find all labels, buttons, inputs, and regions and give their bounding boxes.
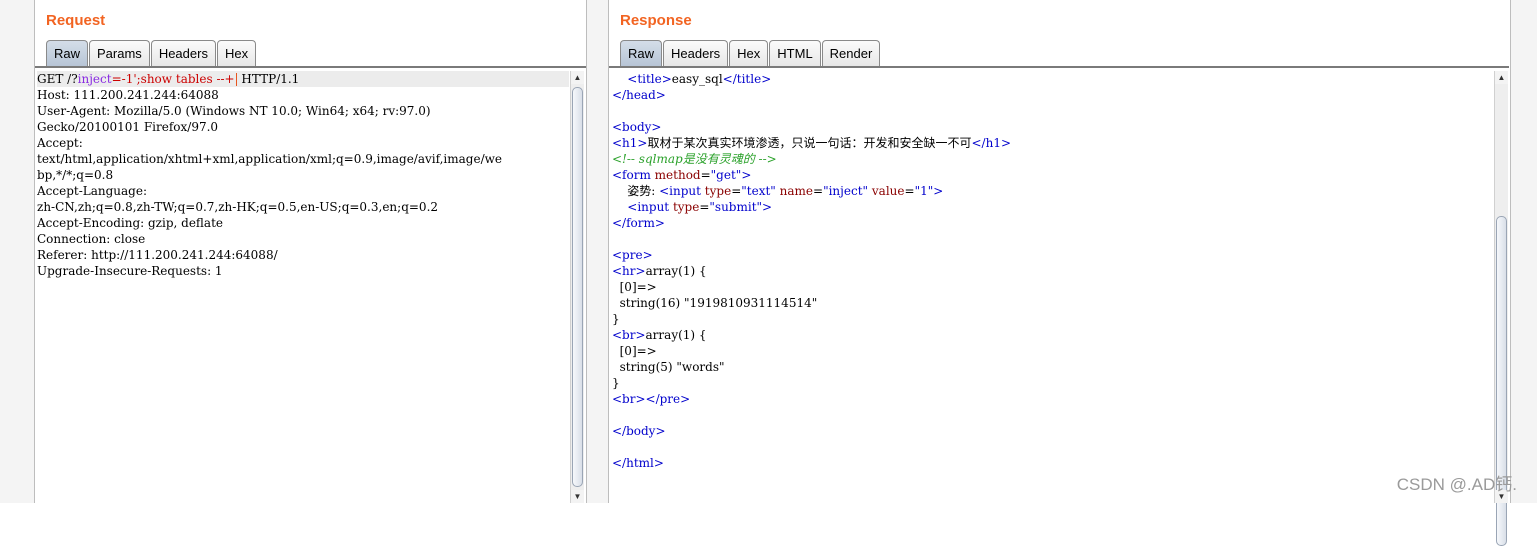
request-tabs: Raw Params Headers Hex [46, 40, 257, 66]
response-line: </form> [612, 216, 665, 230]
response-panel: Response Raw Headers Hex HTML Render <ti… [609, 0, 1509, 546]
scroll-up-icon[interactable]: ▲ [571, 71, 584, 84]
tab-params[interactable]: Params [89, 40, 150, 66]
tab-headers[interactable]: Headers [150, 40, 216, 66]
response-line: 姿势: <input type="text" name="inject" val… [627, 184, 944, 198]
scroll-thumb[interactable] [572, 87, 583, 487]
response-line [612, 231, 1492, 247]
response-line: [0]=> [612, 280, 657, 294]
split-divider[interactable] [586, 0, 609, 503]
request-line: Accept-Language: [37, 184, 148, 198]
param-value: -1';show tables --+ [121, 72, 235, 86]
request-line: zh-CN,zh;q=0.8,zh-TW;q=0.7,zh-HK;q=0.5,e… [37, 200, 439, 214]
response-line [612, 439, 1492, 455]
response-line: <title>easy_sql</title> [627, 72, 772, 86]
request-panel: Request Raw Params Headers Hex GET /?inj… [35, 0, 586, 503]
response-line: <br></pre> [612, 392, 691, 406]
response-line: <pre> [612, 248, 653, 262]
response-editor[interactable]: <title>easy_sql</title> </head> <body> <… [612, 71, 1492, 503]
response-line [612, 407, 1492, 423]
tab-headers[interactable]: Headers [663, 40, 729, 66]
response-title: Response [620, 12, 692, 29]
scroll-up-icon[interactable]: ▲ [1495, 71, 1508, 84]
response-line: string(5) "words" [612, 360, 725, 374]
right-window-strip [1510, 0, 1537, 503]
response-line: </body> [612, 424, 666, 438]
response-line: } [612, 376, 620, 390]
response-line: <hr>array(1) { [612, 264, 707, 278]
tab-raw[interactable]: Raw [46, 40, 89, 66]
watermark: CSDN @.AD钙. [1396, 475, 1517, 494]
param-name: inject [77, 72, 112, 86]
response-line: [0]=> [612, 344, 657, 358]
request-title: Request [46, 12, 106, 29]
response-line: <body> [612, 120, 662, 134]
request-line: Host: 111.200.241.244:64088 [37, 88, 219, 102]
response-line: <form method="get"> [612, 168, 752, 182]
request-scrollbar[interactable]: ▲ ▼ [570, 71, 584, 503]
request-line: bp,*/*;q=0.8 [37, 168, 114, 182]
tab-hex[interactable]: Hex [729, 40, 769, 66]
request-tab-underline [35, 66, 586, 68]
request-line: User-Agent: Mozilla/5.0 (Windows NT 10.0… [37, 104, 431, 118]
request-line: Connection: close [37, 232, 146, 246]
tab-render[interactable]: Render [821, 40, 881, 66]
response-line: string(16) "1919810931114514" [612, 296, 818, 310]
request-line: text/html,application/xhtml+xml,applicat… [37, 152, 503, 166]
tab-hex[interactable]: Hex [216, 40, 257, 66]
request-line: Accept-Encoding: gzip, deflate [37, 216, 224, 230]
tab-html[interactable]: HTML [769, 40, 821, 66]
response-line [612, 103, 1492, 119]
response-comment: <!-- sqlmap是没有灵魂的 --> [612, 152, 777, 166]
request-editor[interactable]: GET /?inject=-1';show tables --+ HTTP/1.… [37, 71, 569, 503]
response-line: <input type="submit"> [627, 200, 773, 214]
request-line: Referer: http://111.200.241.244:64088/ [37, 248, 278, 262]
request-line: GET /?inject=-1';show tables --+ HTTP/1.… [37, 71, 569, 87]
response-line: <br>array(1) { [612, 328, 707, 342]
left-window-strip [0, 0, 35, 503]
tab-raw[interactable]: Raw [620, 40, 663, 66]
response-tab-underline [609, 66, 1509, 68]
response-tabs: Raw Headers Hex HTML Render [620, 40, 881, 66]
request-line: Upgrade-Insecure-Requests: 1 [37, 264, 223, 278]
request-line: Gecko/20100101 Firefox/97.0 [37, 120, 219, 134]
response-line: <h1>取材于某次真实环境渗透，只说一句话：开发和安全缺一不可</h1> [612, 136, 1012, 150]
scroll-down-icon[interactable]: ▼ [571, 490, 584, 503]
request-line: Accept: [37, 136, 83, 150]
response-line: </html> [612, 456, 664, 470]
text-caret [235, 73, 237, 86]
response-line: </head> [612, 88, 666, 102]
response-scrollbar[interactable]: ▲ ▼ [1494, 71, 1508, 546]
response-line: } [612, 312, 620, 326]
